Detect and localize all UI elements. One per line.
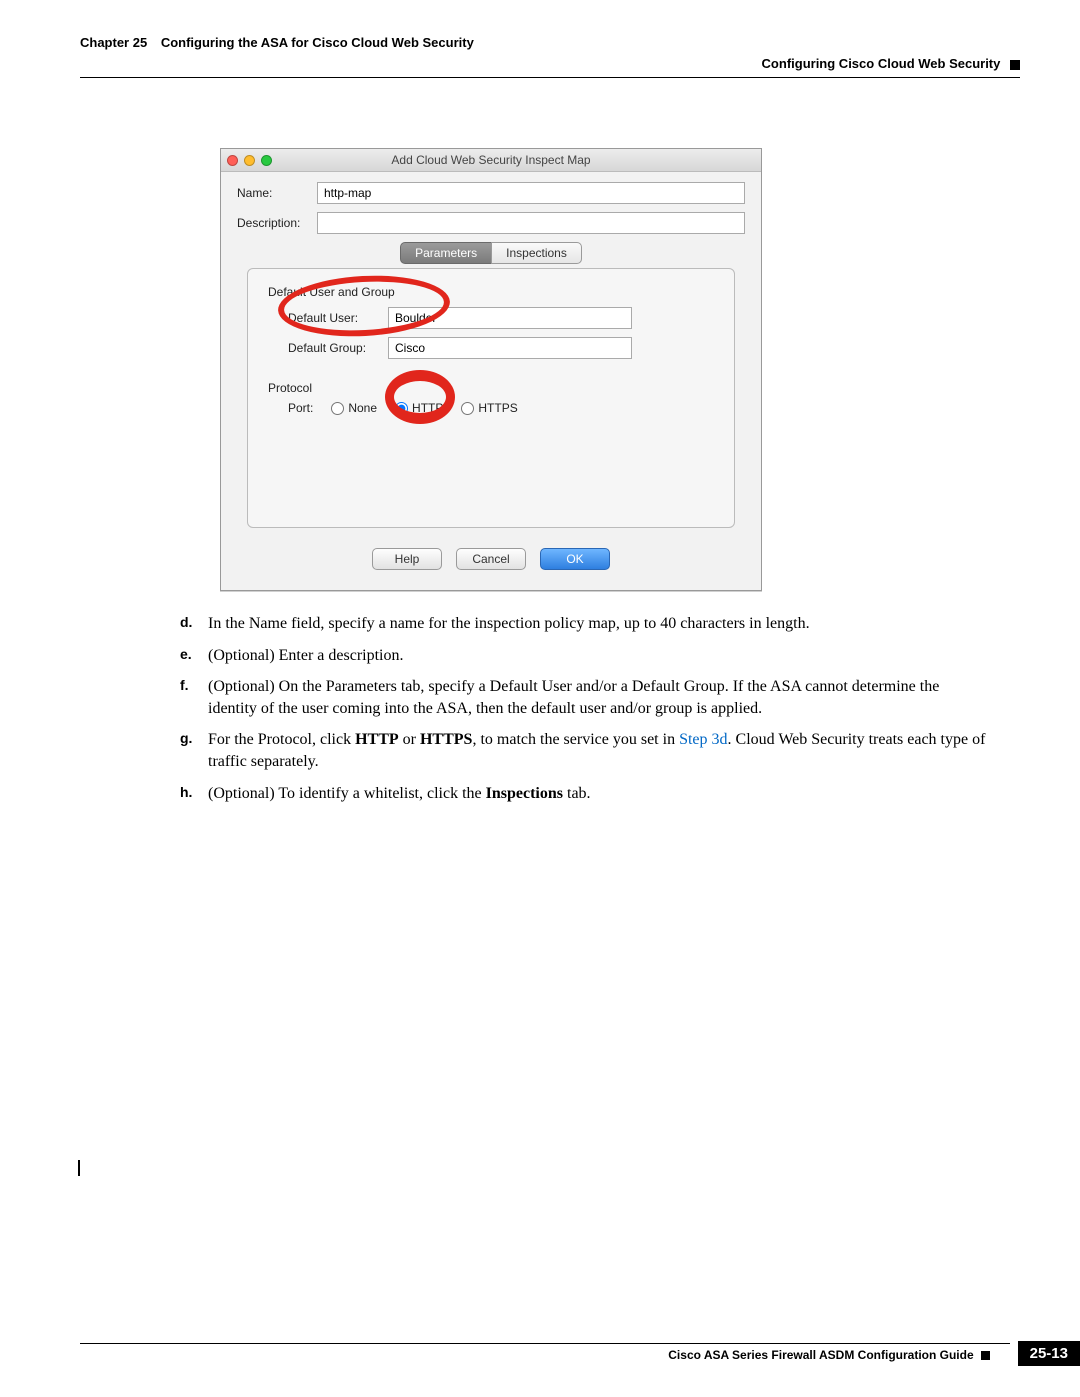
cancel-button[interactable]: Cancel bbox=[456, 548, 526, 570]
step-h-text: (Optional) To identify a whitelist, clic… bbox=[208, 783, 990, 805]
tab-inspections[interactable]: Inspections bbox=[491, 242, 582, 264]
description-input[interactable] bbox=[317, 212, 745, 234]
section-header: Configuring Cisco Cloud Web Security bbox=[80, 56, 1020, 71]
protocol-heading: Protocol bbox=[268, 381, 714, 395]
step-letter: f. bbox=[180, 676, 208, 719]
port-label: Port: bbox=[288, 401, 313, 415]
radio-http[interactable]: HTTP bbox=[395, 401, 443, 415]
footer-guide-title: Cisco ASA Series Firewall ASDM Configura… bbox=[668, 1348, 973, 1362]
page-footer: Cisco ASA Series Firewall ASDM Configura… bbox=[80, 1343, 1080, 1362]
header-rule bbox=[80, 77, 1020, 78]
default-group-input[interactable] bbox=[388, 337, 632, 359]
help-button[interactable]: Help bbox=[372, 548, 442, 570]
step-3d-link[interactable]: Step 3d bbox=[679, 731, 727, 748]
crop-mark-icon bbox=[78, 1160, 80, 1176]
chapter-number: Chapter 25 bbox=[80, 35, 147, 50]
step-list: d. In the Name field, specify a name for… bbox=[180, 613, 990, 804]
step-f-text: (Optional) On the Parameters tab, specif… bbox=[208, 676, 990, 719]
step-letter: h. bbox=[180, 783, 208, 805]
page-number: 25-13 bbox=[1018, 1341, 1080, 1366]
step-letter: e. bbox=[180, 645, 208, 667]
title-bar: Add Cloud Web Security Inspect Map bbox=[221, 149, 761, 172]
dialog-title: Add Cloud Web Security Inspect Map bbox=[221, 153, 761, 167]
tab-bar: Parameters Inspections bbox=[237, 242, 745, 264]
square-marker-icon bbox=[1010, 60, 1020, 70]
step-g-text: For the Protocol, click HTTP or HTTPS, t… bbox=[208, 729, 990, 772]
dialog-window: Add Cloud Web Security Inspect Map Name:… bbox=[220, 148, 762, 591]
step-d-text: In the Name field, specify a name for th… bbox=[208, 613, 990, 635]
annotation-circle-icon bbox=[277, 272, 452, 341]
page-header: Chapter 25 Configuring the ASA for Cisco… bbox=[80, 35, 1020, 50]
default-group-heading: Default User and Group bbox=[268, 285, 714, 299]
default-user-label: Default User: bbox=[268, 311, 388, 325]
default-group-label: Default Group: bbox=[268, 341, 388, 355]
description-label: Description: bbox=[237, 216, 317, 230]
chapter-title: Configuring the ASA for Cisco Cloud Web … bbox=[161, 35, 474, 50]
step-e-text: (Optional) Enter a description. bbox=[208, 645, 990, 667]
square-marker-icon bbox=[981, 1351, 990, 1360]
tab-parameters[interactable]: Parameters bbox=[400, 242, 491, 264]
radio-https[interactable]: HTTPS bbox=[461, 401, 517, 415]
name-label: Name: bbox=[237, 186, 317, 200]
parameters-panel: Default User and Group Default User: Def… bbox=[247, 268, 735, 528]
step-letter: g. bbox=[180, 729, 208, 772]
step-letter: d. bbox=[180, 613, 208, 635]
section-title: Configuring Cisco Cloud Web Security bbox=[762, 56, 1001, 71]
radio-none[interactable]: None bbox=[331, 401, 377, 415]
ok-button[interactable]: OK bbox=[540, 548, 610, 570]
name-input[interactable] bbox=[317, 182, 745, 204]
default-user-input[interactable] bbox=[388, 307, 632, 329]
